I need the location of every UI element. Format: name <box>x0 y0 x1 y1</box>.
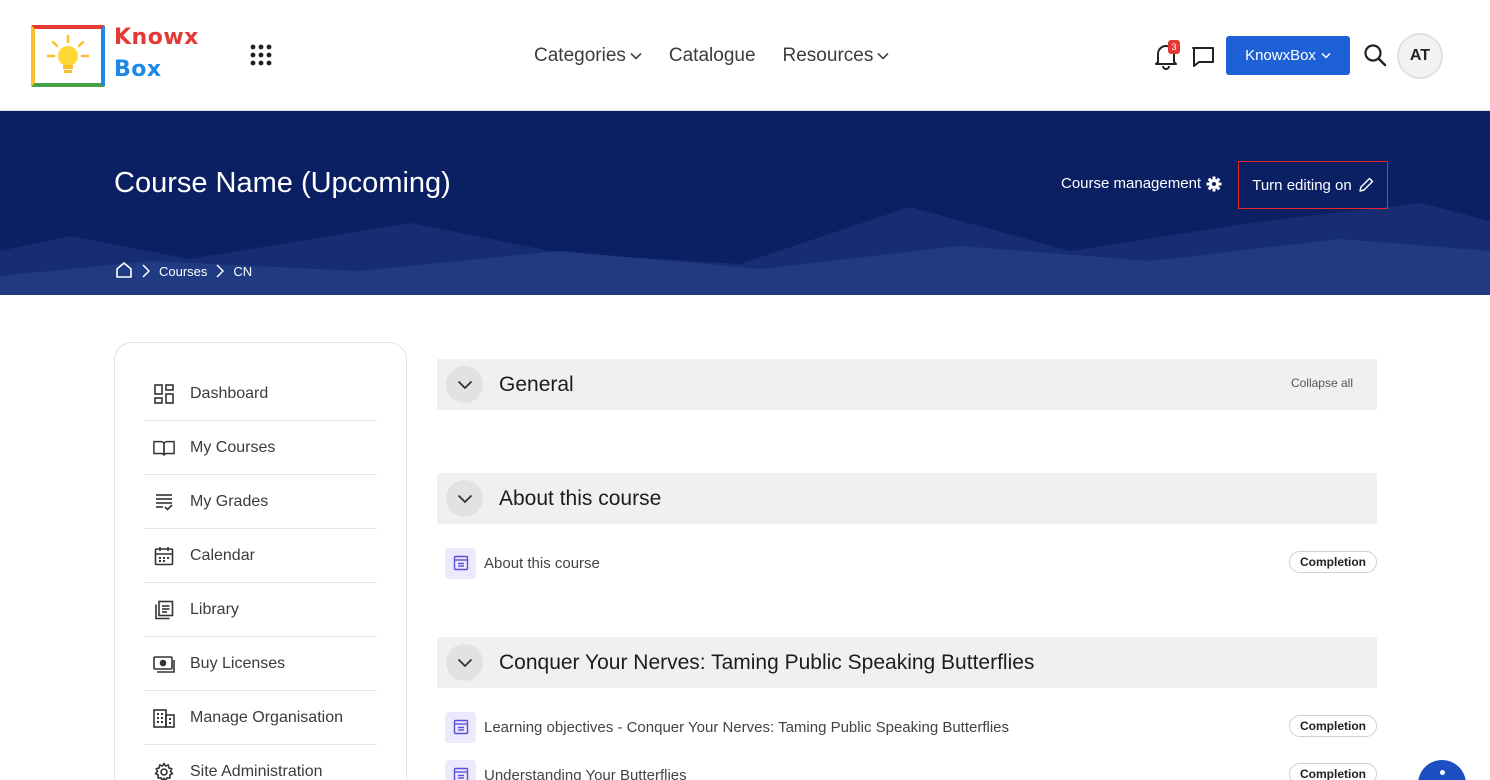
course-management-link[interactable]: Course management <box>1061 175 1222 192</box>
sidebar-item-manage-organisation[interactable]: Manage Organisation <box>144 692 377 745</box>
chevron-down-icon <box>877 52 889 60</box>
gear-icon <box>1206 176 1222 191</box>
page-activity-icon <box>445 711 476 743</box>
activity-link[interactable]: Learning objectives - Conquer Your Nerve… <box>484 719 1009 736</box>
sidebar-item-library[interactable]: Library <box>144 584 377 637</box>
activity-row: About this course Completion <box>445 547 1377 579</box>
messages-icon[interactable] <box>1190 44 1216 70</box>
logo-text-line1: Knowx <box>114 25 199 50</box>
completion-badge[interactable]: Completion <box>1289 763 1377 780</box>
section-title[interactable]: About this course <box>499 487 661 511</box>
nav-resources-label: Resources <box>782 45 874 66</box>
sidebar-item-my-courses[interactable]: My Courses <box>144 422 377 475</box>
chevron-down-icon <box>630 52 642 60</box>
section-header-conquer-nerves: Conquer Your Nerves: Taming Public Speak… <box>437 637 1377 688</box>
sidebar-item-buy-licenses[interactable]: Buy Licenses <box>144 638 377 691</box>
library-icon <box>153 599 175 621</box>
sidebar-item-label: My Grades <box>190 493 269 510</box>
section-collapse-toggle[interactable] <box>446 480 483 517</box>
chevron-down-icon <box>457 380 472 389</box>
turn-editing-on-label: Turn editing on <box>1252 176 1352 194</box>
page-activity-icon <box>445 759 476 780</box>
gear-icon <box>153 761 175 780</box>
activity-link[interactable]: Understanding Your Butterflies <box>484 767 687 780</box>
top-navbar: Knowx Box Categories Catalogue Resources… <box>0 0 1490 111</box>
chevron-down-icon <box>457 494 472 503</box>
main-nav: Categories Catalogue Resources <box>534 43 916 69</box>
chevron-right-icon <box>142 264 150 278</box>
course-title: Course Name (Upcoming) <box>114 167 451 199</box>
chevron-down-icon <box>1321 52 1331 59</box>
sidebar-item-label: My Courses <box>190 439 276 456</box>
chevron-down-icon <box>457 658 472 667</box>
section-collapse-toggle[interactable] <box>446 366 483 403</box>
logo-text-line2: Box <box>114 57 162 82</box>
section-title[interactable]: Conquer Your Nerves: Taming Public Speak… <box>499 651 1034 675</box>
left-sidebar: Dashboard My Courses My Grades Calendar … <box>114 342 407 780</box>
section-header-about: About this course <box>437 473 1377 524</box>
completion-badge[interactable]: Completion <box>1289 715 1377 737</box>
completion-badge[interactable]: Completion <box>1289 551 1377 573</box>
app-grid-icon[interactable] <box>250 44 272 66</box>
sidebar-item-label: Buy Licenses <box>190 655 286 672</box>
activity-link[interactable]: About this course <box>484 555 600 572</box>
sidebar-item-site-administration[interactable]: Site Administration <box>144 746 377 780</box>
breadcrumb: Courses CN <box>115 261 252 281</box>
sidebar-item-label: Library <box>190 601 239 618</box>
logo-bulb-icon <box>31 25 105 87</box>
calendar-icon <box>153 545 175 567</box>
org-switcher-button[interactable]: KnowxBox <box>1226 36 1350 75</box>
sidebar-item-label: Site Administration <box>190 763 323 780</box>
dashboard-icon <box>153 383 175 405</box>
sidebar-item-dashboard[interactable]: Dashboard <box>144 368 377 421</box>
grades-icon <box>153 491 175 513</box>
home-icon[interactable] <box>115 261 133 281</box>
site-logo[interactable]: Knowx Box <box>31 23 203 89</box>
section-collapse-toggle[interactable] <box>446 644 483 681</box>
activity-row: Learning objectives - Conquer Your Nerve… <box>445 711 1377 743</box>
sidebar-item-label: Manage Organisation <box>190 709 343 726</box>
turn-editing-on-button[interactable]: Turn editing on <box>1238 161 1388 209</box>
user-avatar[interactable]: AT <box>1397 33 1443 79</box>
nav-categories[interactable]: Categories <box>534 45 642 67</box>
course-header-banner: Course Name (Upcoming) Course management… <box>0 111 1490 295</box>
search-icon[interactable] <box>1363 43 1387 67</box>
page-activity-icon <box>445 547 476 579</box>
help-button[interactable] <box>1418 760 1466 780</box>
nav-catalogue-label: Catalogue <box>668 45 756 66</box>
nav-categories-label: Categories <box>534 45 626 66</box>
nav-catalogue[interactable]: Catalogue <box>669 45 756 67</box>
info-icon <box>1440 770 1445 775</box>
sidebar-item-calendar[interactable]: Calendar <box>144 530 377 583</box>
sidebar-item-label: Calendar <box>190 547 255 564</box>
pencil-icon <box>1359 177 1373 192</box>
building-icon <box>153 707 175 729</box>
chevron-right-icon <box>216 264 225 278</box>
nav-resources[interactable]: Resources <box>783 45 890 67</box>
sidebar-item-label: Dashboard <box>190 385 269 402</box>
book-icon <box>153 437 175 459</box>
license-icon <box>153 653 175 675</box>
sidebar-item-my-grades[interactable]: My Grades <box>144 476 377 529</box>
breadcrumb-current-course[interactable]: CN <box>233 264 252 279</box>
section-title[interactable]: General <box>499 373 574 397</box>
org-switcher-label: KnowxBox <box>1245 47 1316 64</box>
collapse-all-link[interactable]: Collapse all <box>1291 376 1353 390</box>
section-header-general: General Collapse all <box>437 359 1377 410</box>
notification-count-badge: 3 <box>1168 40 1180 54</box>
activity-row: Understanding Your Butterflies Completio… <box>445 759 1377 780</box>
breadcrumb-courses[interactable]: Courses <box>159 264 207 279</box>
course-management-label: Course management <box>1061 175 1202 192</box>
